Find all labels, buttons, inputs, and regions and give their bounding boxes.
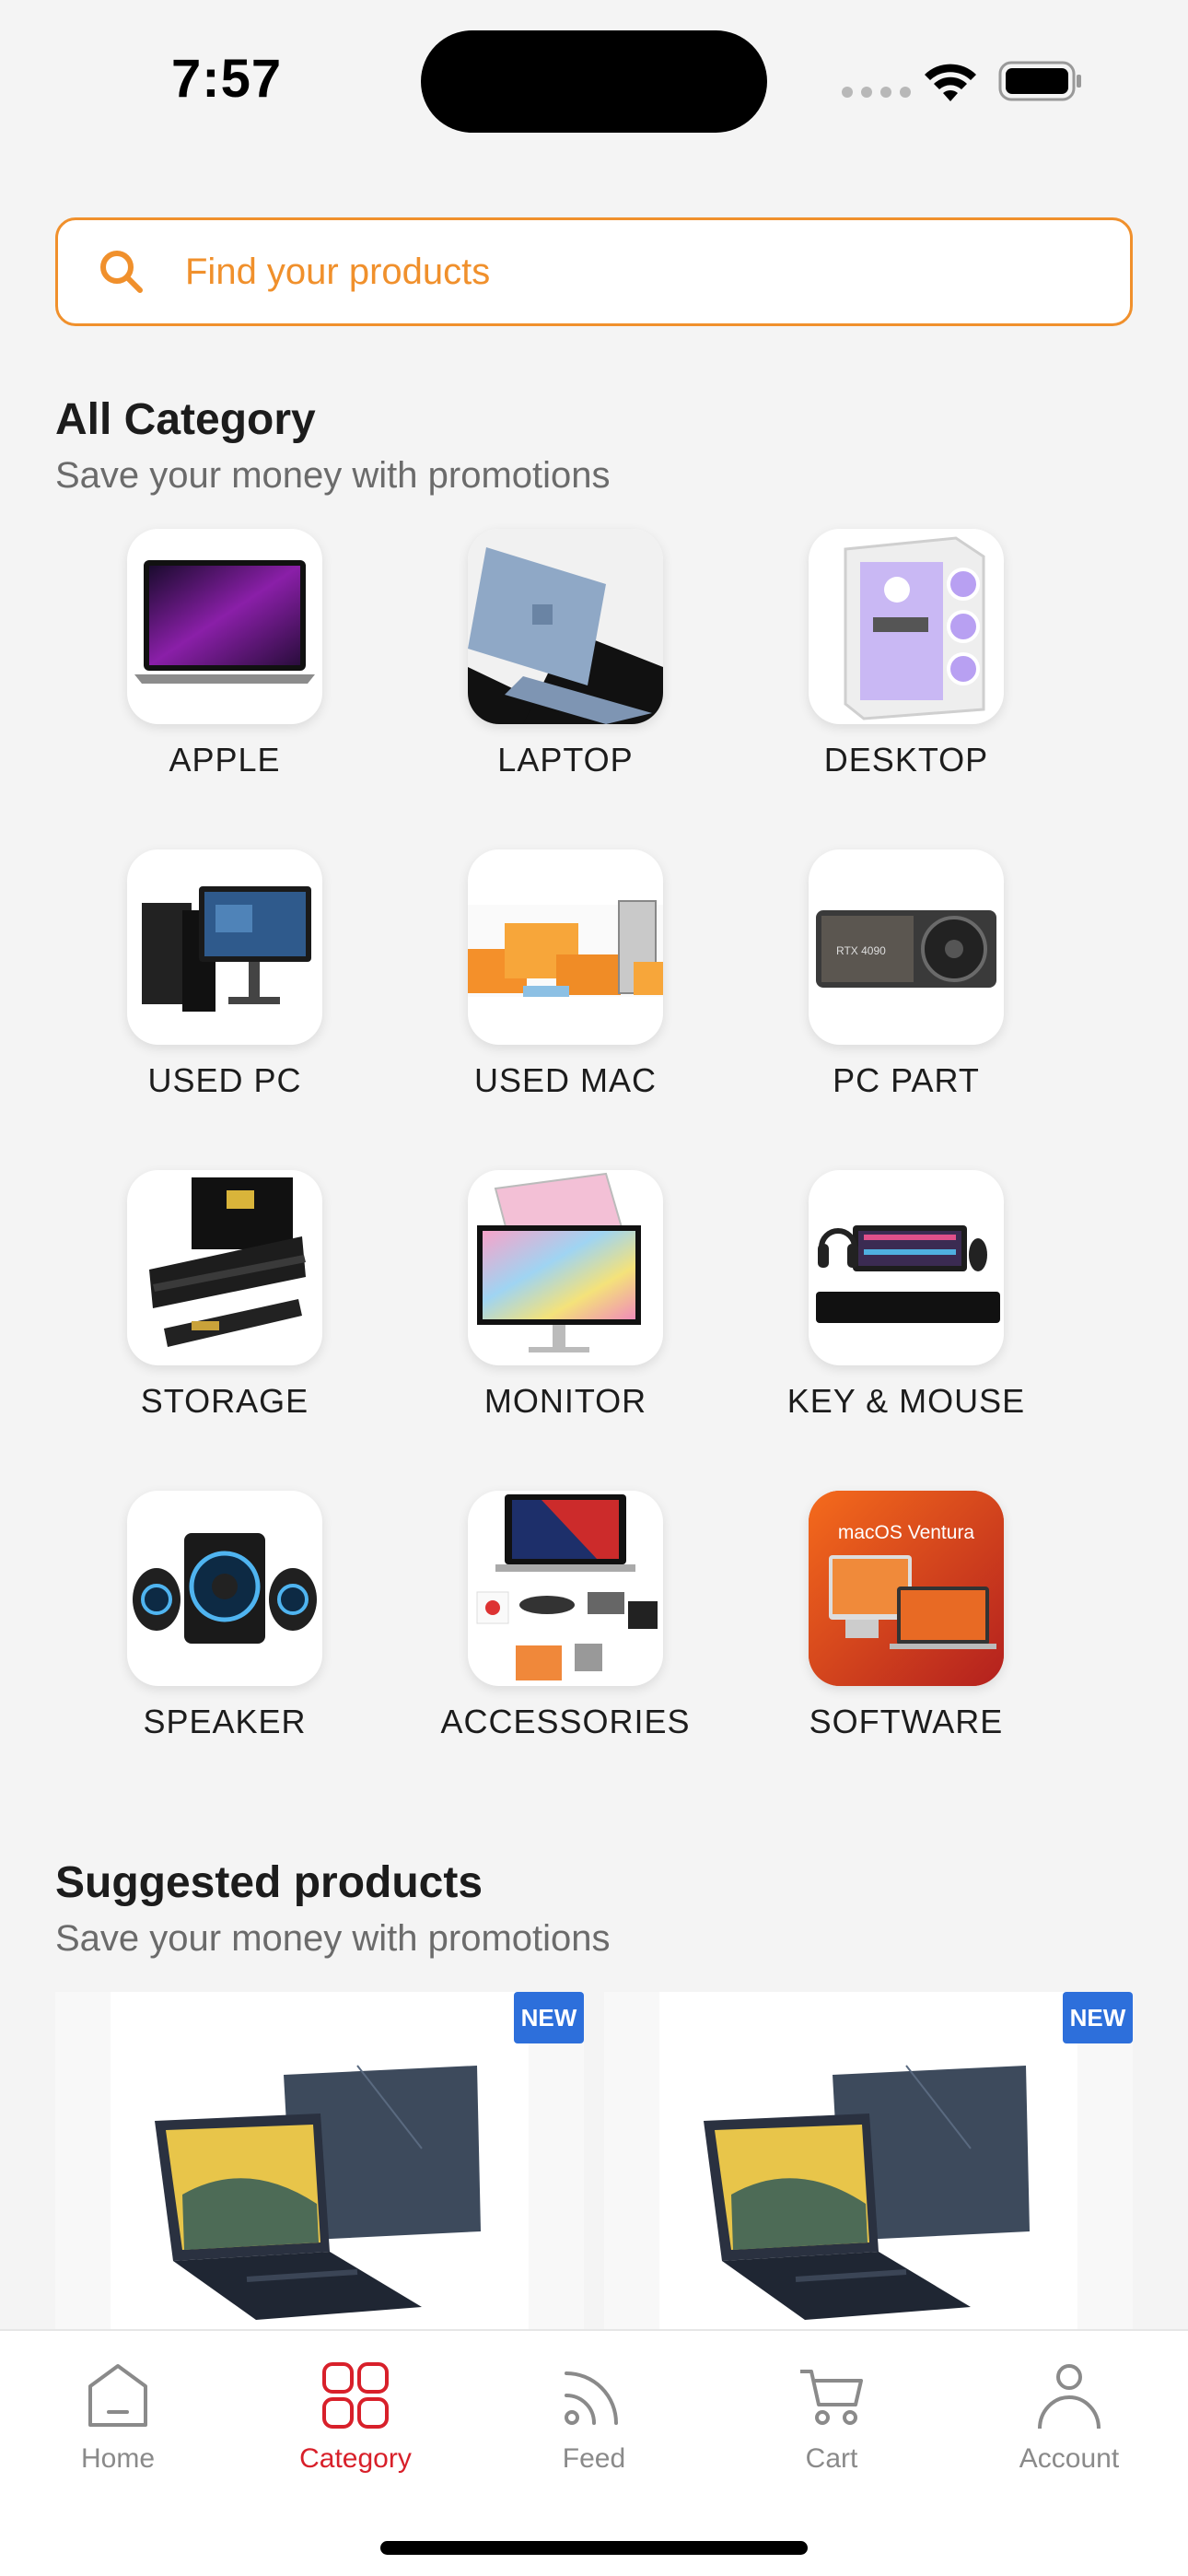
category-speaker[interactable]: SPEAKER bbox=[50, 1491, 400, 1749]
category-used-mac[interactable]: USED MAC bbox=[390, 849, 740, 1107]
product-card[interactable]: NEW bbox=[604, 1992, 1133, 2342]
category-key-mouse[interactable]: KEY & MOUSE bbox=[731, 1170, 1081, 1428]
cellular-signal-icon bbox=[842, 87, 911, 98]
account-icon bbox=[1038, 2364, 1101, 2430]
category-grid-icon bbox=[322, 2362, 389, 2429]
category-accessories[interactable]: ACCESSORIES bbox=[390, 1491, 740, 1749]
gpu-icon: RTX 4090 bbox=[809, 849, 1004, 1045]
category-label: LAPTOP bbox=[497, 741, 634, 779]
battery-icon bbox=[998, 61, 1081, 101]
new-badge: NEW bbox=[1063, 1992, 1133, 2043]
category-storage[interactable]: STORAGE bbox=[50, 1170, 400, 1428]
category-label: APPLE bbox=[169, 741, 281, 779]
category-pc-part[interactable]: RTX 4090 PC PART bbox=[731, 849, 1081, 1107]
tab-label: Feed bbox=[562, 2443, 626, 2474]
all-category-subtitle: Save your money with promotions bbox=[55, 455, 611, 496]
category-label: KEY & MOUSE bbox=[786, 1382, 1026, 1420]
category-label: ACCESSORIES bbox=[440, 1703, 691, 1740]
wifi-icon bbox=[925, 64, 976, 101]
tab-bar: Home Category Feed Cart Account bbox=[0, 2329, 1188, 2576]
category-software[interactable]: macOS Ventura SOFTWARE bbox=[731, 1491, 1081, 1749]
tab-label: Cart bbox=[805, 2443, 858, 2474]
accessories-icon bbox=[468, 1491, 663, 1686]
category-label: STORAGE bbox=[140, 1382, 309, 1420]
keyboard-mouse-icon bbox=[809, 1170, 1004, 1365]
tab-cart[interactable]: Cart bbox=[740, 2359, 924, 2488]
status-bar: 7:57 bbox=[0, 0, 1188, 157]
search-icon bbox=[100, 251, 143, 293]
category-label: MONITOR bbox=[483, 1382, 647, 1420]
search-input[interactable] bbox=[185, 251, 1014, 293]
category-label: USED MAC bbox=[473, 1061, 658, 1099]
category-monitor[interactable]: MONITOR bbox=[390, 1170, 740, 1428]
home-indicator bbox=[380, 2541, 808, 2555]
cart-icon bbox=[800, 2370, 863, 2425]
category-laptop[interactable]: LAPTOP bbox=[390, 529, 740, 787]
category-used-pc[interactable]: USED PC bbox=[50, 849, 400, 1107]
ssd-icon bbox=[127, 1170, 322, 1365]
feed-icon bbox=[565, 2371, 618, 2425]
category-apple[interactable]: APPLE bbox=[50, 529, 400, 787]
svg-text:RTX 4090: RTX 4090 bbox=[836, 944, 886, 957]
product-laptop-image bbox=[155, 2065, 481, 2320]
new-badge: NEW bbox=[514, 1992, 584, 2043]
category-label: DESKTOP bbox=[823, 741, 989, 779]
status-time: 7:57 bbox=[171, 49, 283, 109]
tab-label: Home bbox=[80, 2443, 156, 2474]
software-tile-text: macOS Ventura bbox=[838, 1522, 975, 1543]
used-mac-icon bbox=[468, 849, 663, 1045]
tab-feed[interactable]: Feed bbox=[502, 2359, 686, 2488]
category-desktop[interactable]: DESKTOP bbox=[731, 529, 1081, 787]
software-icon: macOS Ventura bbox=[809, 1491, 1004, 1686]
used-pc-icon bbox=[127, 849, 322, 1045]
product-laptop-image bbox=[704, 2065, 1030, 2320]
category-label: SOFTWARE bbox=[809, 1703, 1004, 1740]
search-bar[interactable] bbox=[55, 217, 1133, 326]
macbook-icon bbox=[127, 529, 322, 724]
home-icon bbox=[88, 2364, 147, 2427]
all-category-title: All Category bbox=[55, 395, 316, 444]
category-label: SPEAKER bbox=[143, 1703, 307, 1740]
pc-case-icon bbox=[809, 529, 1004, 724]
suggested-products-subtitle: Save your money with promotions bbox=[55, 1918, 611, 1959]
tab-label: Account bbox=[1019, 2443, 1120, 2474]
suggested-products-title: Suggested products bbox=[55, 1858, 483, 1907]
category-label: PC PART bbox=[833, 1061, 980, 1099]
monitor-icon bbox=[468, 1170, 663, 1365]
speaker-icon bbox=[127, 1491, 322, 1686]
tab-home[interactable]: Home bbox=[26, 2359, 210, 2488]
category-label: USED PC bbox=[147, 1061, 302, 1099]
tab-label: Category bbox=[299, 2443, 412, 2474]
tab-account[interactable]: Account bbox=[977, 2359, 1161, 2488]
product-card[interactable]: NEW bbox=[55, 1992, 584, 2342]
tab-category[interactable]: Category bbox=[263, 2359, 448, 2488]
laptop-icon bbox=[468, 529, 663, 724]
dynamic-island bbox=[421, 30, 767, 133]
